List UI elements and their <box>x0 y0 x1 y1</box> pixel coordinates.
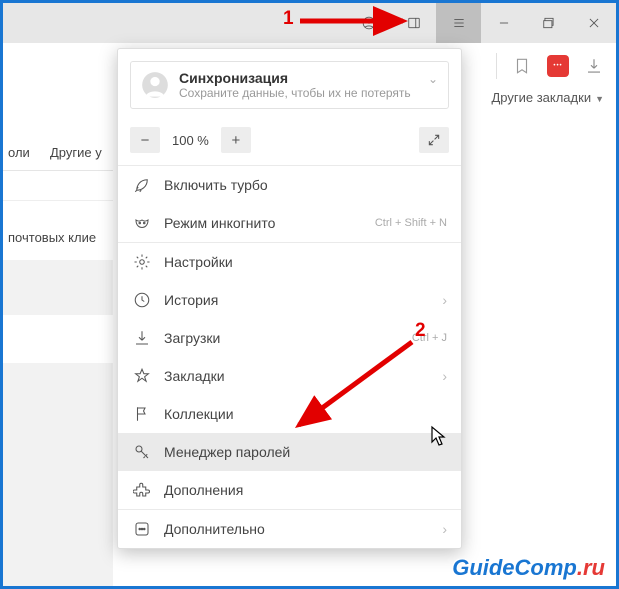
zoom-controls: − 100 % + <box>118 121 461 165</box>
menu-item-label: Режим инкогнито <box>164 215 275 231</box>
menu-item-addons[interactable]: Дополнения <box>118 471 461 509</box>
key-icon <box>132 442 152 462</box>
avatar-icon <box>141 71 169 99</box>
toolbar-right: ••• <box>486 43 616 88</box>
zoom-value: 100 % <box>168 133 213 148</box>
menu-item-more[interactable]: Дополнительно › <box>118 510 461 548</box>
menu-item-settings[interactable]: Настройки <box>118 243 461 281</box>
divider <box>3 170 113 171</box>
star-icon <box>132 366 152 386</box>
sync-promo-box[interactable]: Синхронизация Сохраните данные, чтобы их… <box>130 61 449 109</box>
watermark-text-b: .ru <box>577 555 605 580</box>
bg-pane <box>3 260 113 586</box>
menu-item-label: Дополнительно <box>164 521 265 537</box>
download-icon[interactable] <box>583 55 605 77</box>
window-titlebar <box>3 3 616 43</box>
history-icon <box>132 290 152 310</box>
chevron-right-icon: › <box>442 521 447 537</box>
menu-item-turbo[interactable]: Включить турбо <box>118 166 461 204</box>
menu-item-password-manager[interactable]: Менеджер паролей <box>118 433 461 471</box>
annotation-number-2: 2 <box>415 320 426 342</box>
sync-title: Синхронизация <box>179 70 411 86</box>
profile-icon[interactable] <box>346 3 391 43</box>
zoom-out-button[interactable]: − <box>130 127 160 153</box>
bookmark-flag-icon[interactable] <box>511 55 533 77</box>
bg-text: почтовых клие <box>8 230 96 245</box>
lastpass-icon[interactable]: ••• <box>547 55 569 77</box>
menu-item-label: Загрузки <box>164 330 220 346</box>
chevron-right-icon: › <box>442 292 447 308</box>
other-bookmarks-label: Другие закладки <box>491 90 591 105</box>
flag-icon <box>132 404 152 424</box>
menu-item-label: Включить турбо <box>164 177 268 193</box>
chevron-down-icon: ⌄ <box>428 72 438 86</box>
menu-item-downloads[interactable]: Загрузки Ctrl + J <box>118 319 461 357</box>
menu-item-collections[interactable]: Коллекции <box>118 395 461 433</box>
menu-item-label: Менеджер паролей <box>164 444 290 460</box>
menu-item-bookmarks[interactable]: Закладки › <box>118 357 461 395</box>
chevron-right-icon: › <box>442 368 447 384</box>
fullscreen-button[interactable] <box>419 127 449 153</box>
divider <box>3 200 113 201</box>
bg-pane <box>3 315 113 363</box>
menu-item-label: Дополнения <box>164 482 243 498</box>
menu-item-label: Настройки <box>164 254 233 270</box>
mouse-cursor-icon <box>430 425 448 447</box>
other-bookmarks-button[interactable]: Другие закладки ▼ <box>491 90 604 105</box>
window-maximize-button[interactable] <box>526 3 571 43</box>
puzzle-icon <box>132 480 152 500</box>
menu-item-label: История <box>164 292 218 308</box>
window-close-button[interactable] <box>571 3 616 43</box>
gear-icon <box>132 252 152 272</box>
download-icon <box>132 328 152 348</box>
menu-item-history[interactable]: История › <box>118 281 461 319</box>
chevron-down-icon: ▼ <box>595 94 604 104</box>
main-menu-popup: Синхронизация Сохраните данные, чтобы их… <box>117 48 462 549</box>
watermark: GuideComp.ru <box>452 555 605 581</box>
bg-text: Другие у <box>50 145 102 160</box>
sync-subtitle: Сохраните данные, чтобы их не потерять <box>179 86 411 100</box>
watermark-text-a: GuideComp <box>452 555 577 580</box>
zoom-in-button[interactable]: + <box>221 127 251 153</box>
main-menu-button[interactable] <box>436 3 481 43</box>
separator <box>496 53 497 79</box>
shortcut-label: Ctrl + Shift + N <box>375 217 447 229</box>
annotation-number-1: 1 <box>283 8 294 30</box>
rocket-icon <box>132 175 152 195</box>
sidebar-icon[interactable] <box>391 3 436 43</box>
menu-item-label: Закладки <box>164 368 225 384</box>
menu-item-incognito[interactable]: Режим инкогнито Ctrl + Shift + N <box>118 204 461 242</box>
mask-icon <box>132 213 152 233</box>
bg-text: оли <box>8 145 30 160</box>
window-minimize-button[interactable] <box>481 3 526 43</box>
dots-icon <box>132 519 152 539</box>
menu-item-label: Коллекции <box>164 406 234 422</box>
